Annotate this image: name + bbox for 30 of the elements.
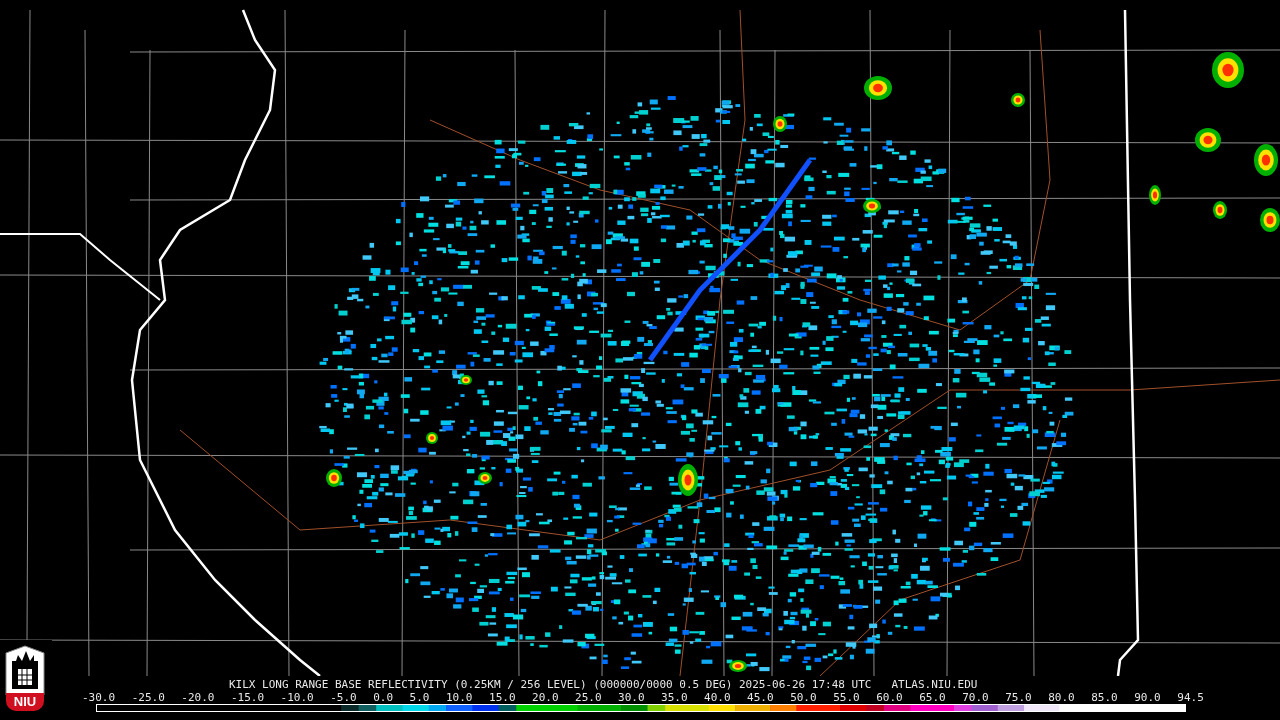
scale-label: 5.0 bbox=[409, 692, 430, 704]
scale-label: -15.0 bbox=[230, 692, 265, 704]
scale-label: -25.0 bbox=[131, 692, 165, 704]
castle-icon bbox=[4, 645, 46, 695]
scale-label: 75.0 bbox=[1005, 692, 1032, 704]
scale-label: 20.0 bbox=[532, 692, 559, 704]
scale-label: 50.0 bbox=[790, 692, 817, 704]
scale-label: -20.0 bbox=[181, 692, 215, 704]
logo-text: NIU bbox=[6, 693, 44, 711]
scale-label: 40.0 bbox=[704, 692, 731, 704]
scale-label: 55.0 bbox=[833, 692, 860, 704]
scale-label: 70.0 bbox=[962, 692, 989, 704]
scale-label: 25.0 bbox=[575, 692, 602, 704]
scale-label: 35.0 bbox=[661, 692, 688, 704]
scale-label: -30.0 bbox=[82, 692, 116, 704]
scale-label: 30.0 bbox=[618, 692, 645, 704]
scale-label: 94.5 bbox=[1177, 692, 1204, 704]
scale-label: 0.0 bbox=[373, 692, 394, 704]
scale-label: 90.0 bbox=[1134, 692, 1161, 704]
scale-label: -5.0 bbox=[330, 692, 357, 704]
scale-label: 45.0 bbox=[747, 692, 774, 704]
product-caption: KILX LONG RANGE BASE REFLECTIVITY (0.25KM / 256 LEVEL) (000000/0000 0.5 DEG) 2025-06-26 17:48 UTC bbox=[229, 678, 872, 690]
scale-label: 60.0 bbox=[876, 692, 903, 704]
scale-label: 85.0 bbox=[1091, 692, 1118, 704]
scale-label: 10.0 bbox=[446, 692, 473, 704]
scale-label: -10.0 bbox=[280, 692, 314, 704]
scale-label: 15.0 bbox=[489, 692, 516, 704]
scale-label: 80.0 bbox=[1048, 692, 1075, 704]
source-caption: ATLAS.NIU.EDU bbox=[891, 678, 978, 690]
scale-label: 65.0 bbox=[919, 692, 946, 704]
